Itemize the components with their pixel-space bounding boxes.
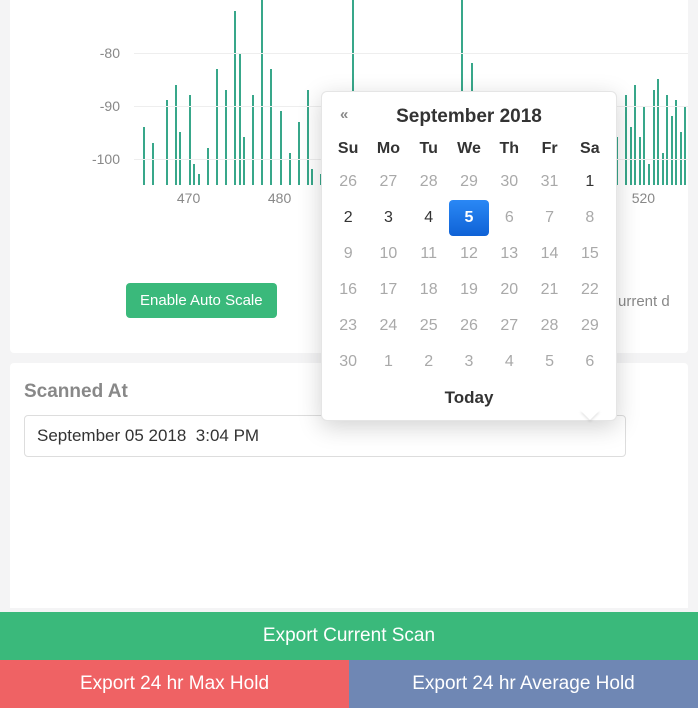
export-buttons: Export Current Scan Export 24 hr Max Hol… <box>0 612 698 708</box>
x-axis-tick: 480 <box>268 190 291 206</box>
date-picker-header: « September 2018 <box>328 102 610 136</box>
calendar-day[interactable]: 31 <box>529 164 569 200</box>
calendar-day[interactable]: 4 <box>489 344 529 380</box>
calendar-day[interactable]: 2 <box>409 344 449 380</box>
calendar-day[interactable]: 9 <box>328 236 368 272</box>
calendar-day[interactable]: 1 <box>570 164 610 200</box>
calendar-day[interactable]: 18 <box>409 272 449 308</box>
calendar-day[interactable]: 10 <box>368 236 408 272</box>
calendar-day[interactable]: 13 <box>489 236 529 272</box>
calendar-day[interactable]: 11 <box>409 236 449 272</box>
weekday-header: Mo <box>368 136 408 164</box>
calendar-day[interactable]: 29 <box>570 308 610 344</box>
today-button[interactable]: Today <box>328 380 610 412</box>
calendar-day[interactable]: 19 <box>449 272 489 308</box>
scanned-at-input[interactable] <box>24 415 626 457</box>
calendar-day[interactable]: 29 <box>449 164 489 200</box>
x-axis-tick: 470 <box>177 190 200 206</box>
calendar-day[interactable]: 16 <box>328 272 368 308</box>
weekday-header: We <box>449 136 489 164</box>
y-axis-tick: -90 <box>100 98 120 114</box>
calendar-day[interactable]: 15 <box>570 236 610 272</box>
calendar-day[interactable]: 28 <box>409 164 449 200</box>
calendar-day[interactable]: 22 <box>570 272 610 308</box>
calendar-day[interactable]: 20 <box>489 272 529 308</box>
calendar-day[interactable]: 25 <box>409 308 449 344</box>
calendar-day[interactable]: 28 <box>529 308 569 344</box>
calendar-day[interactable]: 2 <box>328 200 368 236</box>
date-picker-popover: « September 2018 SuMoTuWeThFrSa262728293… <box>321 91 617 421</box>
calendar-day[interactable]: 5 <box>529 344 569 380</box>
calendar-day[interactable]: 27 <box>368 164 408 200</box>
weekday-header: Tu <box>409 136 449 164</box>
month-year-label[interactable]: September 2018 <box>396 106 542 128</box>
calendar-day[interactable]: 14 <box>529 236 569 272</box>
weekday-header: Th <box>489 136 529 164</box>
calendar-day[interactable]: 6 <box>570 344 610 380</box>
calendar-day[interactable]: 12 <box>449 236 489 272</box>
export-max-hold-button[interactable]: Export 24 hr Max Hold <box>0 660 349 708</box>
calendar-day[interactable]: 26 <box>449 308 489 344</box>
calendar-day[interactable]: 3 <box>449 344 489 380</box>
weekday-header: Su <box>328 136 368 164</box>
calendar-day[interactable]: 7 <box>529 200 569 236</box>
export-current-scan-button[interactable]: Export Current Scan <box>0 612 698 660</box>
calendar-day[interactable]: 4 <box>409 200 449 236</box>
x-axis-tick: 520 <box>632 190 655 206</box>
calendar-day[interactable]: 6 <box>489 200 529 236</box>
calendar-day[interactable]: 21 <box>529 272 569 308</box>
calendar-day[interactable]: 5 <box>449 200 489 236</box>
calendar-day[interactable]: 23 <box>328 308 368 344</box>
calendar-day[interactable]: 3 <box>368 200 408 236</box>
calendar-day[interactable]: 24 <box>368 308 408 344</box>
calendar-day[interactable]: 30 <box>489 164 529 200</box>
y-axis-tick: -100 <box>92 151 120 167</box>
calendar-day[interactable]: 1 <box>368 344 408 380</box>
export-avg-hold-button[interactable]: Export 24 hr Average Hold <box>349 660 698 708</box>
calendar-day[interactable]: 30 <box>328 344 368 380</box>
prev-month-button[interactable]: « <box>340 106 348 123</box>
enable-auto-scale-button[interactable]: Enable Auto Scale <box>126 283 277 318</box>
weekday-header: Fr <box>529 136 569 164</box>
y-axis-tick: -80 <box>100 45 120 61</box>
calendar-day[interactable]: 8 <box>570 200 610 236</box>
weekday-header: Sa <box>570 136 610 164</box>
legend-truncated-text: urrent d <box>618 293 678 310</box>
calendar-day[interactable]: 17 <box>368 272 408 308</box>
calendar-day[interactable]: 26 <box>328 164 368 200</box>
calendar-day[interactable]: 27 <box>489 308 529 344</box>
